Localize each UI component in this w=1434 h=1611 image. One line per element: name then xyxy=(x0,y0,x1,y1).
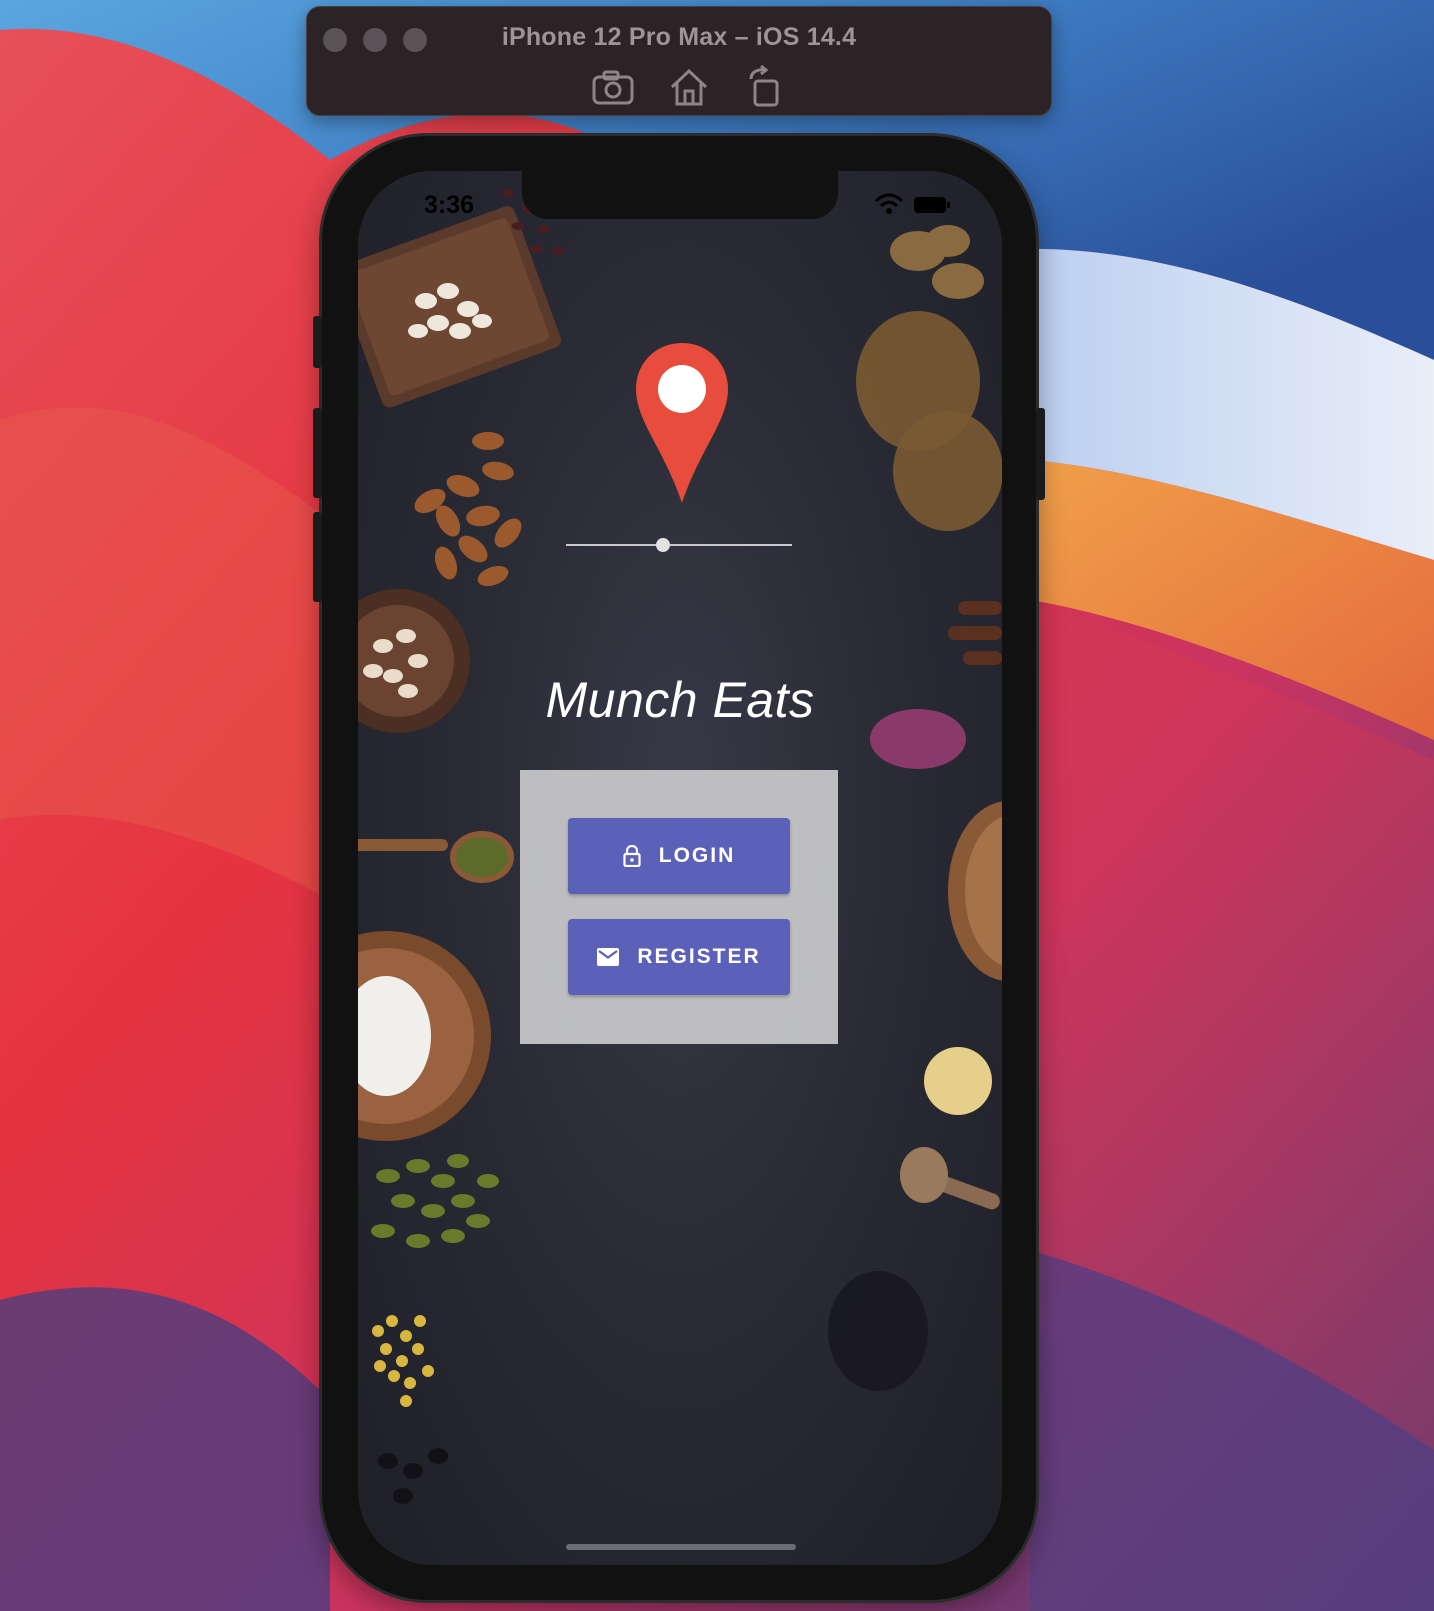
mute-switch xyxy=(313,316,322,368)
iphone-device-frame: 3:36 Munch Eats LOGIN REGISTER xyxy=(313,136,1045,1600)
login-button[interactable]: LOGIN xyxy=(568,818,790,894)
simulator-title: iPhone 12 Pro Max – iOS 14.4 xyxy=(501,23,857,51)
mail-icon xyxy=(597,948,620,966)
progress-slider[interactable] xyxy=(566,535,792,555)
battery-icon xyxy=(914,197,950,213)
app-screen: 3:36 Munch Eats LOGIN REGISTER xyxy=(358,171,1002,1565)
slider-track xyxy=(566,544,792,546)
rotate-icon[interactable] xyxy=(743,65,787,109)
home-indicator[interactable] xyxy=(566,1544,796,1550)
wifi-icon xyxy=(874,193,904,214)
screenshot-icon[interactable] xyxy=(591,65,635,109)
slider-thumb[interactable] xyxy=(656,538,671,552)
home-icon[interactable] xyxy=(667,65,711,109)
volume-down-button xyxy=(313,512,322,602)
auth-panel: LOGIN REGISTER xyxy=(520,770,838,1044)
volume-up-button xyxy=(313,408,322,498)
register-button[interactable]: REGISTER xyxy=(568,919,790,995)
lock-icon xyxy=(623,845,641,867)
notch xyxy=(522,171,838,219)
power-button xyxy=(1036,408,1045,500)
status-bar-time: 3:36 xyxy=(424,191,475,219)
simulator-title-bar: iPhone 12 Pro Max – iOS 14.4 xyxy=(306,6,1052,116)
app-title: Munch Eats xyxy=(545,672,815,728)
map-pin-icon xyxy=(636,343,728,503)
login-label: LOGIN xyxy=(658,844,736,867)
register-label: REGISTER xyxy=(637,945,761,968)
